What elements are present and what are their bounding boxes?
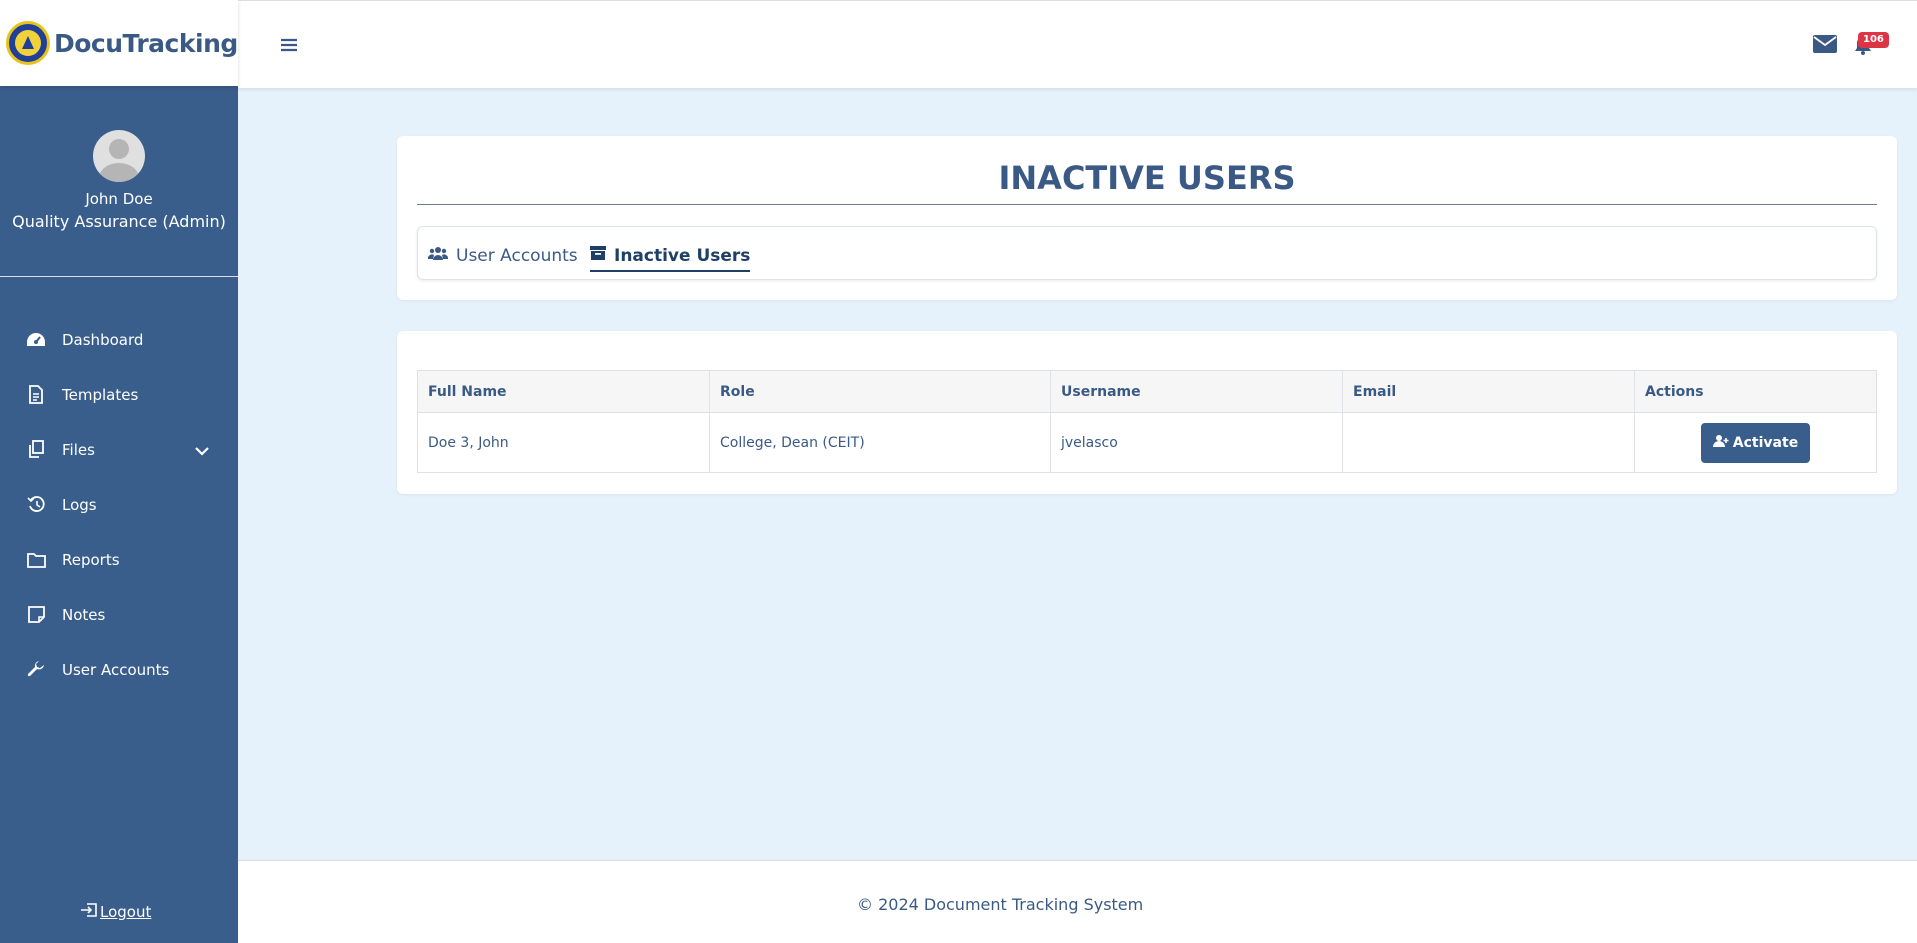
avatar [93, 130, 145, 182]
sidebar-item-user-accounts[interactable]: User Accounts [0, 642, 238, 697]
users-icon [427, 245, 456, 266]
column-header-full-name: Full Name [417, 370, 710, 413]
cell-actions: Activate [1634, 412, 1877, 473]
document-icon [26, 385, 46, 405]
sticky-note-icon [26, 605, 46, 625]
notification-count-badge: 106 [1858, 32, 1889, 48]
wrench-icon [26, 660, 46, 680]
page-title: INACTIVE USERS [998, 159, 1296, 197]
sidebar-divider [0, 276, 238, 277]
mail-icon[interactable] [1812, 34, 1838, 58]
folder-icon [26, 550, 46, 570]
sidebar: John Doe Quality Assurance (Admin) Dashb… [0, 86, 238, 943]
top-navbar: 106 [238, 0, 1917, 88]
sidebar-nav: Dashboard Templates Files Logs Reports N… [0, 312, 238, 697]
activate-button-label: Activate [1732, 434, 1799, 451]
tab-label: Inactive Users [614, 245, 751, 266]
sidebar-item-logs[interactable]: Logs [0, 477, 238, 532]
logout-link[interactable]: Logout [80, 902, 151, 922]
archive-box-icon [590, 245, 614, 266]
logout-label: Logout [100, 903, 152, 921]
sidebar-item-files[interactable]: Files [0, 422, 238, 477]
cell-full-name: Doe 3, John [417, 412, 710, 473]
column-header-actions: Actions [1634, 370, 1877, 413]
inactive-users-table-card: Full Name Role Username Email Actions Do… [397, 331, 1897, 494]
brand-header[interactable]: DocuTracking [0, 0, 238, 86]
activate-user-button[interactable]: Activate [1700, 422, 1811, 463]
page-header-card: INACTIVE USERS User Accounts Inactive Us… [397, 136, 1897, 300]
title-divider [417, 204, 1877, 205]
tab-bar: User Accounts Inactive Users [417, 226, 1877, 280]
profile-name: John Doe [85, 190, 153, 208]
sidebar-item-label: Logs [62, 495, 97, 514]
table-header-row: Full Name Role Username Email Actions [417, 370, 1877, 413]
cell-username: jvelasco [1050, 412, 1343, 473]
sidebar-item-label: Dashboard [62, 330, 144, 349]
logout-icon [80, 902, 100, 922]
chevron-down-icon[interactable] [194, 442, 210, 460]
footer-text: © 2024 Document Tracking System [857, 895, 1144, 914]
university-seal-icon [6, 21, 50, 65]
cell-role: College, Dean (CEIT) [709, 412, 1051, 473]
sidebar-item-templates[interactable]: Templates [0, 367, 238, 422]
user-profile: John Doe Quality Assurance (Admin) [0, 86, 238, 276]
copy-files-icon [26, 440, 46, 460]
dashboard-gauge-icon [26, 330, 46, 350]
column-header-email: Email [1342, 370, 1635, 413]
tab-inactive-users[interactable]: Inactive Users [590, 245, 751, 272]
column-header-username: Username [1050, 370, 1343, 413]
tab-user-accounts[interactable]: User Accounts [427, 245, 578, 266]
footer: © 2024 Document Tracking System [238, 860, 1917, 943]
profile-role: Quality Assurance (Admin) [12, 212, 226, 231]
column-header-role: Role [709, 370, 1051, 413]
sidebar-item-label: User Accounts [62, 660, 170, 679]
sidebar-item-label: Notes [62, 605, 106, 624]
user-plus-icon [1712, 434, 1733, 452]
sidebar-item-label: Reports [62, 550, 120, 569]
sidebar-item-dashboard[interactable]: Dashboard [0, 312, 238, 367]
hamburger-menu-icon[interactable] [280, 37, 298, 56]
sidebar-item-reports[interactable]: Reports [0, 532, 238, 587]
sidebar-item-notes[interactable]: Notes [0, 587, 238, 642]
table-row: Doe 3, John College, Dean (CEIT) jvelasc… [417, 412, 1877, 473]
sidebar-item-label: Templates [62, 385, 139, 404]
cell-email [1342, 412, 1635, 473]
sidebar-item-label: Files [62, 440, 95, 459]
tab-label: User Accounts [456, 245, 578, 266]
brand-name: DocuTracking [54, 28, 238, 58]
history-icon [26, 495, 46, 515]
inactive-users-table: Full Name Role Username Email Actions Do… [417, 370, 1877, 473]
